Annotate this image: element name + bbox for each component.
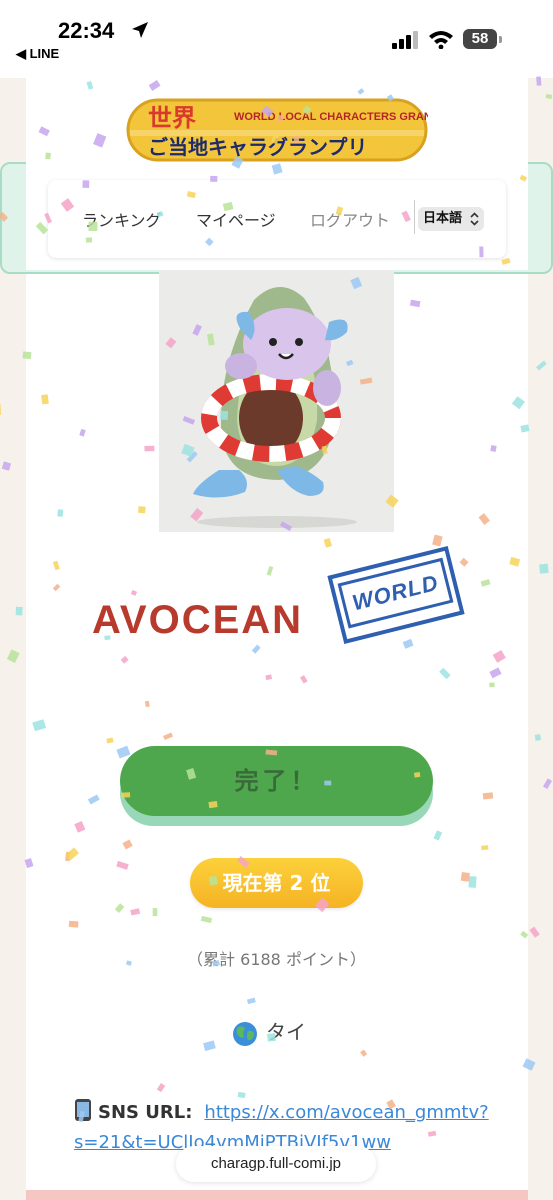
location-arrow-icon [132,22,148,38]
cell-signal-icon [392,31,418,49]
logo-title: 世界 [148,104,196,132]
confetti-piece [542,778,552,789]
sns-label: SNS URL: [98,1102,193,1123]
browser-url-bar[interactable]: charagp.full-comi.jp [176,1146,376,1182]
mobile-phone-icon [75,1099,91,1121]
language-value: 日本語 [423,211,463,226]
country-name: タイ [266,1020,306,1044]
country-row: タイ [232,1016,306,1048]
confetti-piece [536,360,547,371]
confetti-piece [15,606,23,616]
site-logo[interactable]: 世界 WORLD LOCAL CHARACTERS GRANDPRIX ご当地キ… [126,96,428,164]
bottom-strip [26,1190,528,1200]
confetti-piece [0,404,2,416]
nav-ranking-link[interactable]: ランキング [82,207,162,231]
confetti-piece [6,649,20,663]
confetti-piece [534,734,542,741]
logo-subtitle: WORLD LOCAL CHARACTERS GRANDPRIX [234,111,428,123]
rank-badge: 現在第 2 位 [190,858,363,908]
character-photo [159,270,394,532]
done-button[interactable]: 完了！ [120,746,433,816]
confetti-piece [529,926,540,938]
confetti-piece [539,563,549,574]
chevron-updown-icon [470,212,479,226]
back-to-app-link[interactable]: ◀ LINE [16,46,59,62]
nav-logout-link[interactable]: ログアウト [310,207,390,231]
globe-icon [233,1021,257,1046]
clock: 22:34 [58,18,115,43]
confetti-piece [545,93,553,100]
battery-icon: 58 [463,29,503,49]
total-points: （累計 6188 ポイント） [187,950,366,969]
wifi-icon [429,31,453,49]
character-name: AVOCEAN [92,598,304,642]
confetti-piece [1,461,12,471]
nav-divider [414,200,415,234]
nav-mypage-link[interactable]: マイページ [196,207,276,231]
logo-main: ご当地キャラグランプリ [148,135,367,159]
language-select[interactable]: 日本語 [418,207,484,231]
battery-level: 58 [463,29,497,49]
status-bar: 22:34 ◀ LINE 58 [0,0,553,78]
